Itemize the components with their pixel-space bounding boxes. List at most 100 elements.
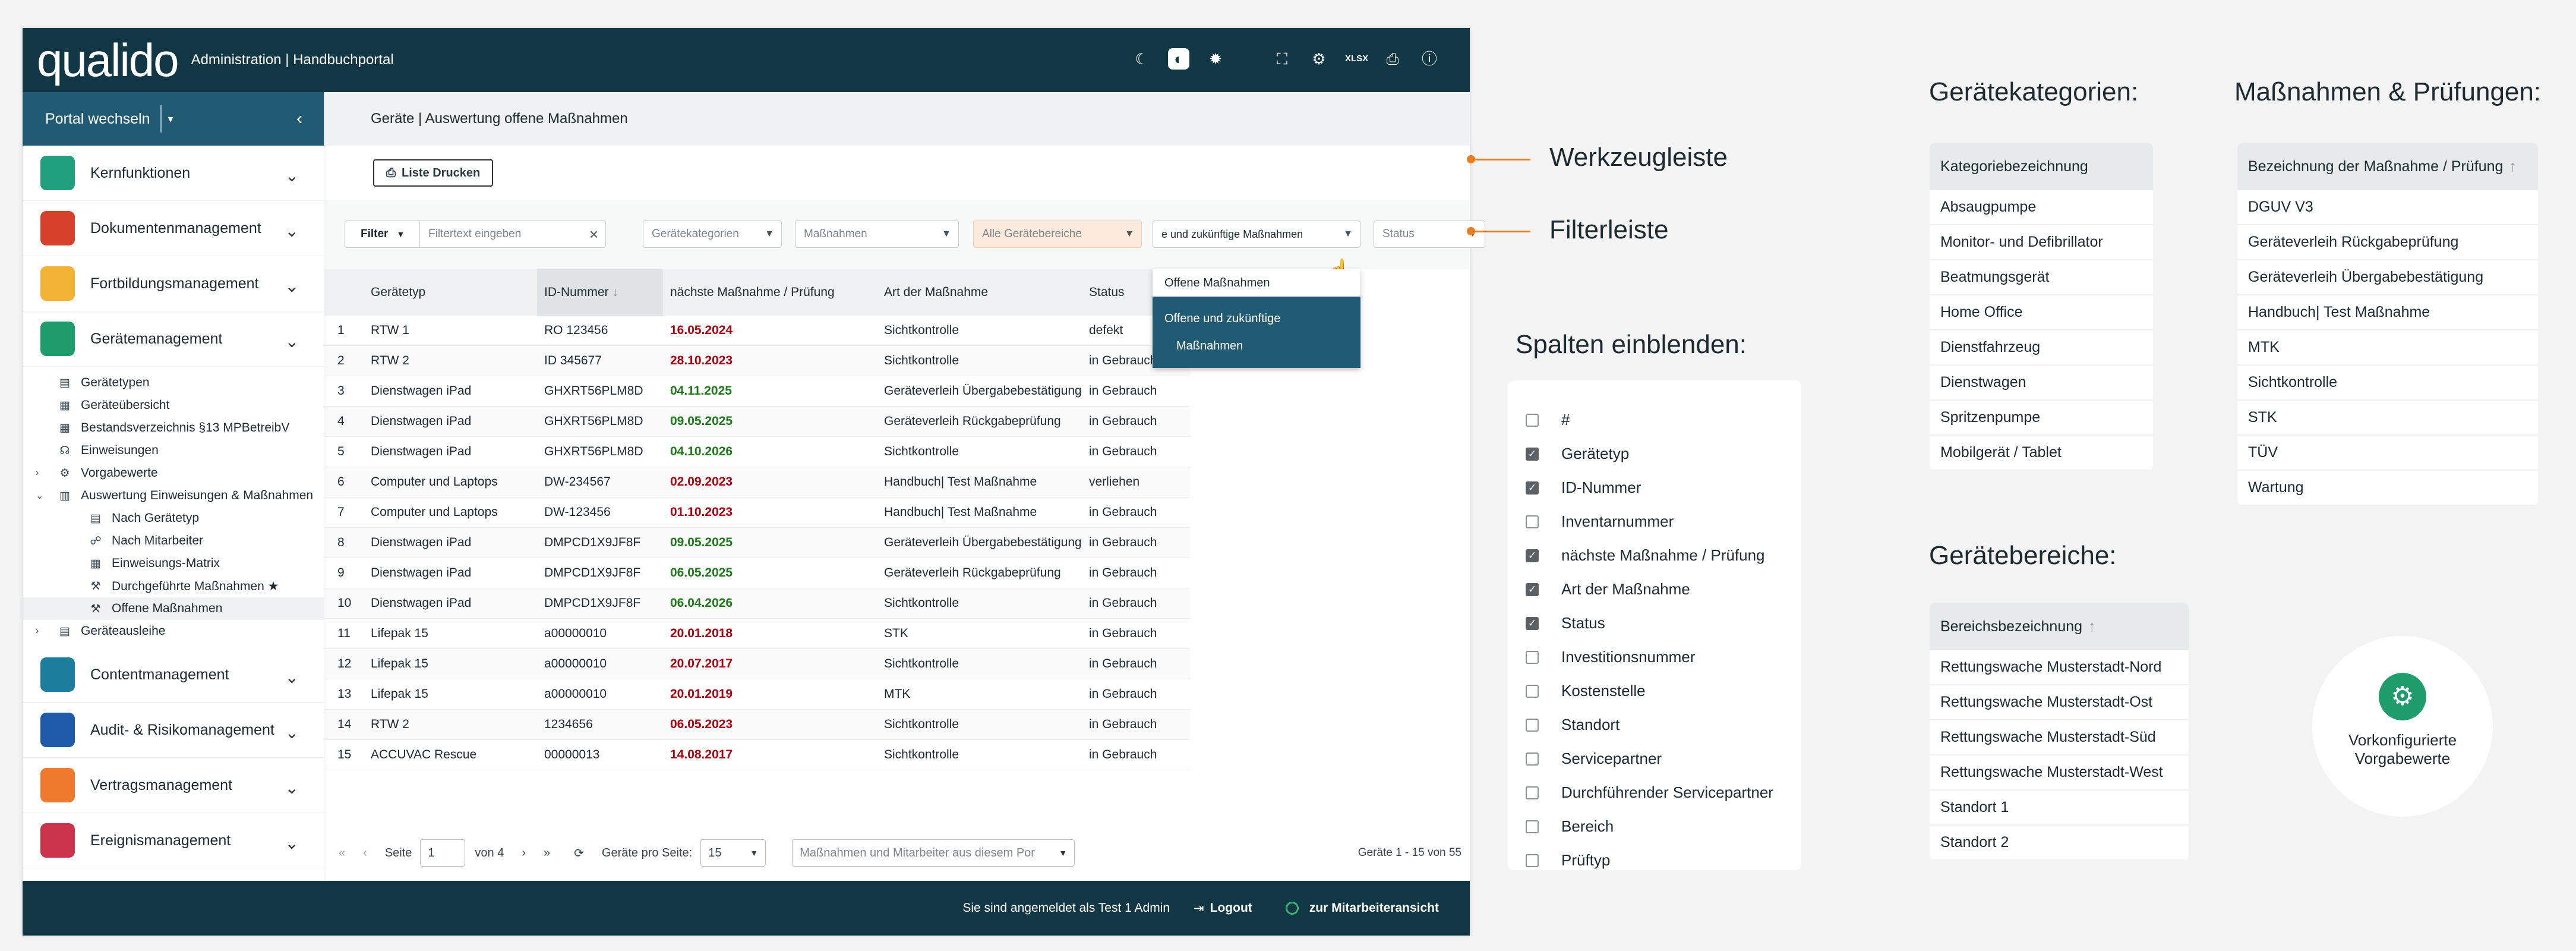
logout-link[interactable]: Logout xyxy=(1210,901,1252,915)
checkbox-unchecked-icon[interactable] xyxy=(1526,515,1539,528)
table-row[interactable]: 11 Lifepak 15 a00000010 20.01.2018 STK in Geb… xyxy=(324,619,1190,649)
list-item[interactable]: Geräteverleih Übergabebestätigung xyxy=(2237,260,2538,295)
col-header-device-type[interactable]: Gerätetyp xyxy=(368,285,537,300)
dropdown-option-open[interactable]: Offene Maßnahmen xyxy=(1153,269,1360,297)
column-toggle[interactable]: Servicepartner xyxy=(1508,742,1801,776)
table-row[interactable]: 4 Dienstwagen iPad GHXRT56PLM8D 09.05.2025 G… xyxy=(324,407,1190,437)
employee-view-link[interactable]: zur Mitarbeiteransicht xyxy=(1309,901,1439,915)
sidebar-tree-item[interactable]: ▤ Nach Gerätetyp xyxy=(23,507,324,530)
sidebar-section[interactable]: Ereignismanagement ⌄ xyxy=(23,813,324,868)
list-item[interactable]: Wartung xyxy=(2237,471,2538,506)
checkbox-checked-icon[interactable]: ✓ xyxy=(1526,447,1539,461)
table-row[interactable]: 15 ACCUVAC Rescue 00000013 14.08.2017 Sichtk… xyxy=(324,740,1190,770)
col-header-next-measure[interactable]: nächste Maßnahme / Prüfung xyxy=(663,285,877,300)
checkbox-checked-icon[interactable]: ✓ xyxy=(1526,582,1539,596)
column-toggle[interactable]: Prüftyp xyxy=(1508,843,1801,877)
sidebar-tree-item[interactable]: ☍ Nach Mitarbeiter xyxy=(23,530,324,552)
list-item[interactable]: Sichtkontrolle xyxy=(2237,366,2538,401)
list-item[interactable]: TÜV xyxy=(2237,436,2538,471)
sidebar-tree-item[interactable]: › ▤ Geräteausleihe xyxy=(23,620,324,643)
col-header-measure-type[interactable]: Art der Maßnahme xyxy=(877,285,1082,300)
portal-switch[interactable]: Portal wechseln ▾ ‹ xyxy=(23,92,324,146)
list-item[interactable]: Handbuch| Test Maßnahme xyxy=(2237,295,2538,330)
sidebar-section[interactable]: Audit- & Risikomanagement ⌄ xyxy=(23,703,324,758)
list-item[interactable]: Standort 2 xyxy=(1930,826,2189,861)
column-toggle[interactable]: Standort xyxy=(1508,708,1801,742)
chevron-down-icon[interactable]: ⌄ xyxy=(285,667,299,687)
table-row[interactable]: 13 Lifepak 15 a00000010 20.01.2019 MTK in Geb… xyxy=(324,679,1190,710)
prev-page-icon[interactable]: ‹ xyxy=(363,846,367,860)
dark-mode-icon[interactable]: ☾ xyxy=(1131,48,1153,70)
scan-icon[interactable]: ⛶ xyxy=(1271,48,1293,70)
sidebar-section[interactable]: Vertragsmanagement ⌄ xyxy=(23,758,324,813)
chevron-down-icon[interactable]: ▾ xyxy=(168,113,173,125)
sidebar-tree-item[interactable]: › ⚙ Vorgabewerte xyxy=(23,462,324,484)
open-measures-select[interactable]: e und zukünftige Maßnahmen ▼ xyxy=(1153,221,1360,248)
column-toggle[interactable]: Bereich xyxy=(1508,810,1801,843)
col-header-id[interactable]: ID-Nummer ↓ xyxy=(537,269,663,316)
table-row[interactable]: 10 Dienstwagen iPad DMPCD1X9JF8F 06.04.2026… xyxy=(324,588,1190,619)
sidebar-tree-item[interactable]: ⌄ ▥ Auswertung Einweisungen & Maßnahmen xyxy=(23,484,324,507)
chevron-right-icon[interactable]: › xyxy=(36,468,39,478)
chevron-right-icon[interactable]: › xyxy=(36,626,39,637)
list-item[interactable]: Monitor- und Defibrillator xyxy=(1930,225,2153,260)
list-item[interactable]: Rettungswache Musterstadt-West xyxy=(1930,755,2189,791)
checkbox-unchecked-icon[interactable] xyxy=(1526,684,1539,698)
refresh-icon[interactable]: ⟳ xyxy=(574,846,584,861)
list-item[interactable]: Home Office xyxy=(1930,295,2153,330)
list-item[interactable]: Dienstwagen xyxy=(1930,366,2153,401)
column-toggle[interactable]: Inventarnummer xyxy=(1508,505,1801,539)
list-item[interactable]: MTK xyxy=(2237,330,2538,366)
column-toggle[interactable]: ✓ Art der Maßnahme xyxy=(1508,572,1801,606)
chevron-down-icon[interactable]: ⌄ xyxy=(36,490,43,502)
sidebar-tree-item[interactable]: ☊ Einweisungen xyxy=(23,439,324,462)
sidebar-section[interactable]: Gerätemanagement ⌄ xyxy=(23,311,324,367)
next-page-icon[interactable]: › xyxy=(522,846,526,860)
sidebar-tree-item[interactable]: ▦ Einweisungs-Matrix xyxy=(23,552,324,575)
list-item[interactable]: Spritzenpumpe xyxy=(1930,401,2153,436)
collapse-sidebar-icon[interactable]: ‹ xyxy=(296,109,302,129)
first-page-icon[interactable]: « xyxy=(339,846,345,860)
table-row[interactable]: 2 RTW 2 ID 345677 28.10.2023 Sichtkontrolle i… xyxy=(324,346,1190,376)
last-page-icon[interactable]: » xyxy=(544,846,550,860)
list-item[interactable]: Beatmungsgerät xyxy=(1930,260,2153,295)
sidebar-tree-item[interactable]: ⚒ Durchgeführte Maßnahmen ★ xyxy=(23,575,324,597)
sidebar-section[interactable]: Fortbildungsmanagement ⌄ xyxy=(23,256,324,311)
light-mode-icon[interactable]: ✹ xyxy=(1205,48,1226,70)
chevron-down-icon[interactable]: ⌄ xyxy=(285,276,299,296)
qualido-logo[interactable]: qualido xyxy=(37,37,179,83)
sidebar-section[interactable]: Dokumentenmanagement ⌄ xyxy=(23,201,324,256)
categories-select[interactable]: Gerätekategorien ▼ xyxy=(643,221,782,248)
list-item[interactable]: Rettungswache Musterstadt-Ost xyxy=(1930,685,2189,720)
table-row[interactable]: 5 Dienstwagen iPad GHXRT56PLM8D 04.10.2026 S… xyxy=(324,437,1190,467)
print-list-button[interactable]: ⎙ Liste Drucken xyxy=(373,159,494,187)
list-item[interactable]: DGUV V3 xyxy=(2237,190,2538,225)
list-item[interactable]: Absaugpumpe xyxy=(1930,190,2153,225)
column-toggle[interactable]: ✓ ID-Nummer xyxy=(1508,471,1801,505)
sidebar-section[interactable]: Contentmanagement ⌄ xyxy=(23,647,324,703)
per-page-select[interactable]: 15 ▼ xyxy=(700,839,766,867)
list-item[interactable]: Standort 1 xyxy=(1930,791,2189,826)
table-row[interactable]: 9 Dienstwagen iPad DMPCD1X9JF8F 06.05.2025 G… xyxy=(324,558,1190,588)
panel-header[interactable]: Kategoriebezeichnung xyxy=(1930,143,2153,190)
table-row[interactable]: 12 Lifepak 15 a00000010 20.07.2017 Sichtkont… xyxy=(324,649,1190,679)
filter-type-select[interactable]: Filter ▼ xyxy=(345,221,420,247)
list-item[interactable]: Rettungswache Musterstadt-Nord xyxy=(1930,650,2189,685)
column-toggle[interactable]: ✓ Status xyxy=(1508,606,1801,640)
chevron-down-icon[interactable]: ⌄ xyxy=(285,833,299,853)
sidebar-tree-item[interactable]: ▦ Bestandsverzeichnis §13 MPBetreibV xyxy=(23,417,324,439)
chevron-down-icon[interactable]: ⌄ xyxy=(285,332,299,351)
chevron-down-icon[interactable]: ⌄ xyxy=(285,166,299,185)
table-row[interactable]: 3 Dienstwagen iPad GHXRT56PLM8D 04.11.2025 G… xyxy=(324,376,1190,407)
xlsx-export-icon[interactable]: XLSX xyxy=(1345,48,1368,70)
checkbox-unchecked-icon[interactable] xyxy=(1526,413,1539,427)
checkbox-unchecked-icon[interactable] xyxy=(1526,752,1539,766)
checkbox-unchecked-icon[interactable] xyxy=(1526,786,1539,799)
table-row[interactable]: 6 Computer und Laptops DW-234567 02.09.2023… xyxy=(324,467,1190,497)
measures-select[interactable]: Maßnahmen ▼ xyxy=(795,221,959,248)
list-item[interactable]: Rettungswache Musterstadt-Süd xyxy=(1930,720,2189,755)
clear-icon[interactable]: × xyxy=(589,225,598,244)
chevron-down-icon[interactable]: ⌄ xyxy=(285,723,299,742)
sidebar-tree-item[interactable]: ▤ Gerätetypen xyxy=(23,371,324,394)
checkbox-unchecked-icon[interactable] xyxy=(1526,854,1539,867)
